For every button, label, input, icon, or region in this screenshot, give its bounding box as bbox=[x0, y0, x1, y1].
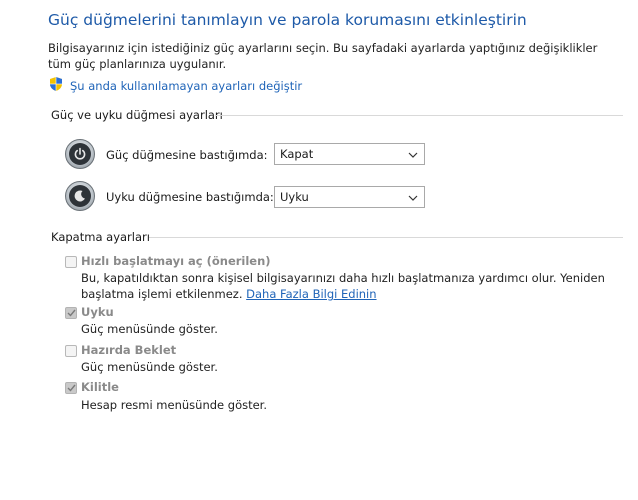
page-description: Bilgisayarınız için istediğiniz güç ayar… bbox=[48, 41, 598, 71]
sleep-button-label: Uyku düğmesine bastığımda: bbox=[106, 190, 274, 204]
sleep-button-action-value: Uyku bbox=[280, 190, 309, 204]
hibernate-option-label: Hazırda Beklet bbox=[81, 343, 177, 357]
power-buttons-section-title: Güç ve uyku düğmesi ayarları bbox=[51, 108, 223, 122]
fast-startup-checkbox[interactable] bbox=[65, 256, 77, 268]
section-divider bbox=[149, 237, 623, 238]
change-unavailable-settings-label: Şu anda kullanılamayan ayarları değiştir bbox=[70, 78, 303, 93]
checkmark-icon bbox=[67, 309, 76, 317]
power-button-action-select[interactable]: Kapat bbox=[274, 143, 425, 165]
sleep-button-icon bbox=[65, 181, 95, 211]
power-button-action-value: Kapat bbox=[280, 147, 314, 161]
chevron-down-icon bbox=[408, 190, 418, 204]
sleep-option-label: Uyku bbox=[81, 305, 114, 319]
power-button-icon bbox=[65, 139, 95, 169]
section-divider bbox=[215, 115, 623, 116]
sleep-menu-checkbox[interactable] bbox=[65, 307, 77, 319]
chevron-down-icon bbox=[408, 147, 418, 161]
hibernate-menu-checkbox[interactable] bbox=[65, 345, 77, 357]
uac-shield-icon bbox=[48, 76, 64, 95]
lock-option-label: Kilitle bbox=[81, 380, 119, 394]
learn-more-link[interactable]: Daha Fazla Bilgi Edinin bbox=[246, 287, 376, 301]
fast-startup-description: Bu, kapatıldıktan sonra kişisel bilgisay… bbox=[81, 270, 621, 302]
shutdown-section-title: Kapatma ayarları bbox=[51, 230, 150, 244]
checkmark-icon bbox=[67, 384, 76, 392]
sleep-option-description: Güç menüsünde göster. bbox=[81, 322, 218, 336]
page-title: Güç düğmelerini tanımlayın ve parola kor… bbox=[48, 11, 527, 29]
hibernate-option-description: Güç menüsünde göster. bbox=[81, 360, 218, 374]
lock-option-description: Hesap resmi menüsünde göster. bbox=[81, 398, 268, 412]
lock-menu-checkbox[interactable] bbox=[65, 382, 77, 394]
sleep-button-action-select[interactable]: Uyku bbox=[274, 186, 425, 208]
power-button-label: Güç düğmesine bastığımda: bbox=[106, 148, 268, 162]
change-unavailable-settings-link[interactable]: Şu anda kullanılamayan ayarları değiştir bbox=[48, 76, 302, 95]
fast-startup-label: Hızlı başlatmayı aç (önerilen) bbox=[81, 254, 271, 268]
